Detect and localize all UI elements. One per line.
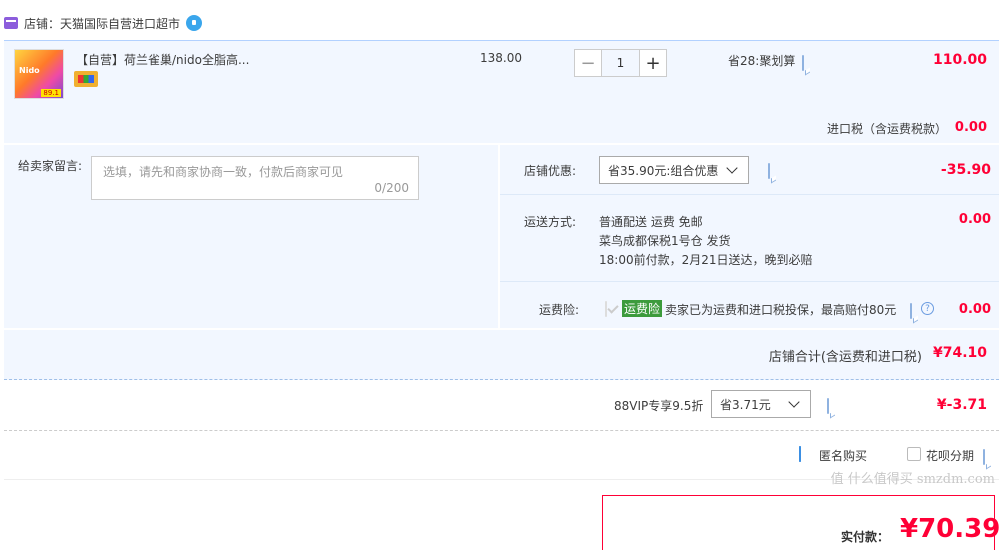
shop-total-value: ¥74.10 bbox=[932, 345, 987, 361]
vip-selected: 省3.71元 bbox=[720, 397, 771, 412]
shop-name[interactable]: 店铺：天猫国际自营进口超市 bbox=[24, 15, 180, 32]
watermark-text: 值 什么值得买 smzdm.com bbox=[830, 472, 995, 487]
shop-discount-value: -35.90 bbox=[940, 162, 991, 178]
chevron-down-icon bbox=[726, 162, 738, 174]
shop-discount-select[interactable]: 省35.90元:组合优惠 bbox=[599, 156, 749, 184]
divider bbox=[500, 194, 999, 195]
decrease-quantity-button[interactable]: − bbox=[574, 49, 602, 77]
thumb-price-tag: 89.1 bbox=[41, 89, 61, 97]
shop-discount-selected: 省35.90元:组合优惠 bbox=[608, 163, 719, 178]
import-tax-value: 0.00 bbox=[954, 120, 987, 135]
message-textarea[interactable]: 选填，请先和商家协商一致，付款后商家可见 0/200 bbox=[91, 156, 419, 200]
message-placeholder: 选填，请先和商家协商一致，付款后商家可见 bbox=[103, 165, 344, 179]
item-promo: 省28:聚划算 bbox=[728, 54, 796, 68]
order-options-section: 给卖家留言: 选填，请先和商家协商一致，付款后商家可见 0/200 店铺优惠: … bbox=[4, 145, 999, 328]
vip-value: ¥-3.71 bbox=[936, 397, 987, 413]
shop-discount-label: 店铺优惠: bbox=[524, 164, 577, 178]
discount-column: 店铺优惠: 省35.90元:组合优惠 -35.90 运送方式: 普通配送 运费 … bbox=[500, 145, 999, 328]
thumb-brand-text: Nido bbox=[19, 66, 40, 75]
shipping-line-1: 普通配送 运费 免邮 bbox=[599, 215, 703, 229]
insurance-badge: 运费险 bbox=[622, 300, 663, 317]
vip-discount-select[interactable]: 省3.71元 bbox=[711, 390, 811, 418]
divider bbox=[500, 281, 999, 282]
import-tax-label: 进口税（含运费税款） bbox=[827, 122, 948, 136]
message-label: 给卖家留言: bbox=[18, 159, 83, 173]
shipping-label: 运送方式: bbox=[524, 215, 577, 229]
item-subtotal: 110.00 bbox=[932, 52, 987, 68]
shop-icon bbox=[4, 17, 18, 29]
anonymous-label[interactable]: 匿名购买 bbox=[819, 447, 867, 464]
message-column: 给卖家留言: 选填，请先和商家协商一致，付款后商家可见 0/200 bbox=[4, 145, 498, 328]
insurance-checkbox[interactable] bbox=[605, 301, 607, 317]
product-thumbnail[interactable]: Nido 89.1 bbox=[14, 49, 64, 99]
wangwang-chat-icon[interactable] bbox=[186, 15, 203, 31]
huabei-label[interactable]: 花呗分期 bbox=[926, 447, 974, 464]
vip-info-icon[interactable] bbox=[827, 398, 829, 414]
huabei-info-icon[interactable] bbox=[983, 449, 985, 465]
pay-value: ¥70.39 bbox=[900, 514, 1001, 544]
unit-price: 138.00 bbox=[480, 51, 522, 65]
service-badge-icon bbox=[74, 71, 98, 87]
anonymous-checkbox[interactable] bbox=[799, 446, 801, 462]
insurance-text: 卖家已为运费和进口税投保，最高赔付80元 bbox=[665, 303, 897, 317]
vip-discount-row: 88VIP专享9.5折 省3.71元 ¥-3.71 bbox=[4, 381, 999, 431]
shop-total-label: 店铺合计(含运费和进口税) bbox=[768, 350, 922, 365]
order-item-panel: Nido 89.1 【自营】荷兰雀巢/nido全脂高... 138.00 − 1… bbox=[4, 40, 999, 143]
pay-label: 实付款： bbox=[841, 530, 890, 544]
huabei-checkbox[interactable] bbox=[907, 447, 921, 461]
discount-info-icon[interactable] bbox=[768, 163, 770, 179]
quantity-input[interactable]: 1 bbox=[602, 49, 639, 77]
shipping-line-3: 18:00前付款，2月21日送达，晚到必赔 bbox=[599, 253, 813, 267]
insurance-chat-icon[interactable] bbox=[910, 303, 912, 319]
shipping-value: 0.00 bbox=[958, 212, 991, 227]
product-title[interactable]: 【自营】荷兰雀巢/nido全脂高... bbox=[76, 51, 249, 68]
shipping-line-2: 菜鸟成都保税1号仓 发货 bbox=[599, 234, 731, 248]
chevron-down-icon bbox=[788, 396, 800, 408]
watermark: 值 什么值得买 smzdm.com bbox=[831, 468, 995, 487]
payment-summary-box: 实付款： ¥70.39 bbox=[602, 495, 1000, 550]
shop-header: 店铺：天猫国际自营进口超市 bbox=[4, 10, 999, 36]
promo-info-icon[interactable] bbox=[802, 55, 804, 71]
message-counter: 0/200 bbox=[374, 181, 409, 195]
insurance-value: 0.00 bbox=[958, 302, 991, 317]
increase-quantity-button[interactable]: + bbox=[639, 49, 667, 77]
insurance-label: 运费险: bbox=[539, 303, 580, 317]
shop-total-row: 店铺合计(含运费和进口税) ¥74.10 bbox=[4, 330, 999, 380]
quantity-stepper: − 1 + bbox=[574, 49, 667, 77]
vip-label: 88VIP专享9.5折 bbox=[614, 399, 704, 413]
help-icon[interactable]: ? bbox=[921, 302, 934, 315]
